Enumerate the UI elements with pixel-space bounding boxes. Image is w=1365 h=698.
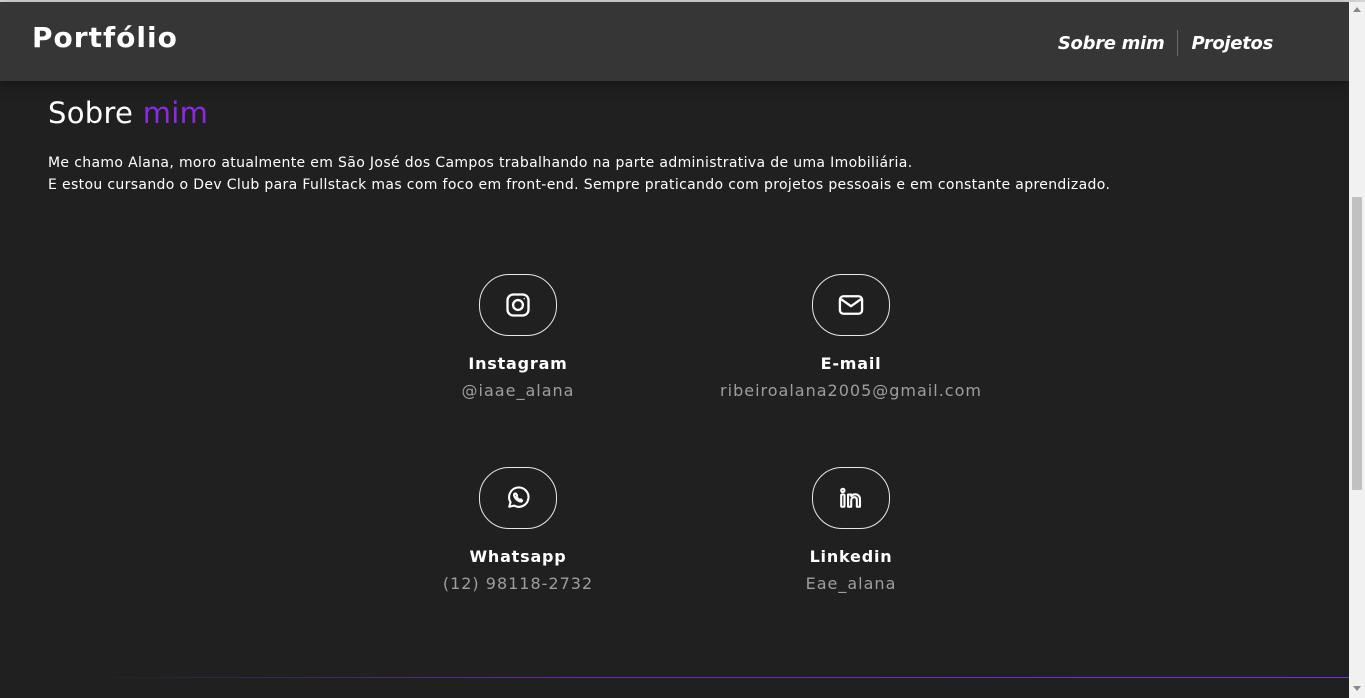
site-header: Portfólio Sobre mim Projetos (0, 2, 1349, 81)
linkedin-icon (840, 487, 862, 508)
linkedin-link[interactable] (812, 467, 890, 529)
main-nav: Sobre mim Projetos (1058, 30, 1273, 56)
footer-divider (80, 677, 1349, 678)
instagram-link[interactable] (479, 274, 557, 336)
scrollbar-thumb[interactable] (1352, 197, 1362, 490)
about-line-1: Me chamo Alana, moro atualmente em São J… (48, 155, 913, 171)
email-link[interactable] (812, 274, 890, 336)
nav-link-projetos[interactable]: Projetos (1191, 33, 1273, 54)
mail-icon (838, 295, 864, 315)
contact-value: ribeiroalana2005@gmail.com (720, 381, 982, 400)
contact-value: (12) 98118-2732 (442, 574, 594, 593)
contact-card-email: E-mail ribeiroalana2005@gmail.com (691, 274, 1011, 400)
contact-card-whatsapp: Whatsapp (12) 98118-2732 (358, 467, 678, 593)
about-line-2: E estou cursando o Dev Club para Fullsta… (48, 177, 1111, 193)
contact-card-linkedin: Linkedin Eae_alana (691, 467, 1011, 593)
site-brand: Portfólio (32, 21, 178, 54)
scroll-down-arrow-icon[interactable] (1353, 686, 1361, 691)
scroll-up-arrow-icon[interactable] (1353, 7, 1361, 12)
nav-link-sobre-mim[interactable]: Sobre mim (1058, 33, 1165, 54)
contact-card-instagram: Instagram @iaae_alana (358, 274, 678, 400)
contact-title: Linkedin (809, 547, 893, 566)
contact-title: Whatsapp (469, 547, 567, 566)
section-title: Sobre mim (48, 96, 208, 130)
vertical-scrollbar[interactable] (1349, 2, 1365, 698)
instagram-icon (506, 293, 530, 317)
whatsapp-link[interactable] (479, 467, 557, 529)
contact-value: @iaae_alana (461, 381, 575, 400)
contact-title: Instagram (468, 354, 568, 373)
section-title-accent: mim (142, 96, 209, 130)
about-text: Me chamo Alana, moro atualmente em São J… (48, 152, 1308, 196)
contact-title: E-mail (820, 354, 882, 373)
whatsapp-icon (508, 486, 530, 508)
nav-divider (1177, 30, 1179, 56)
section-title-main: Sobre (48, 96, 134, 130)
contact-value: Eae_alana (805, 574, 897, 593)
